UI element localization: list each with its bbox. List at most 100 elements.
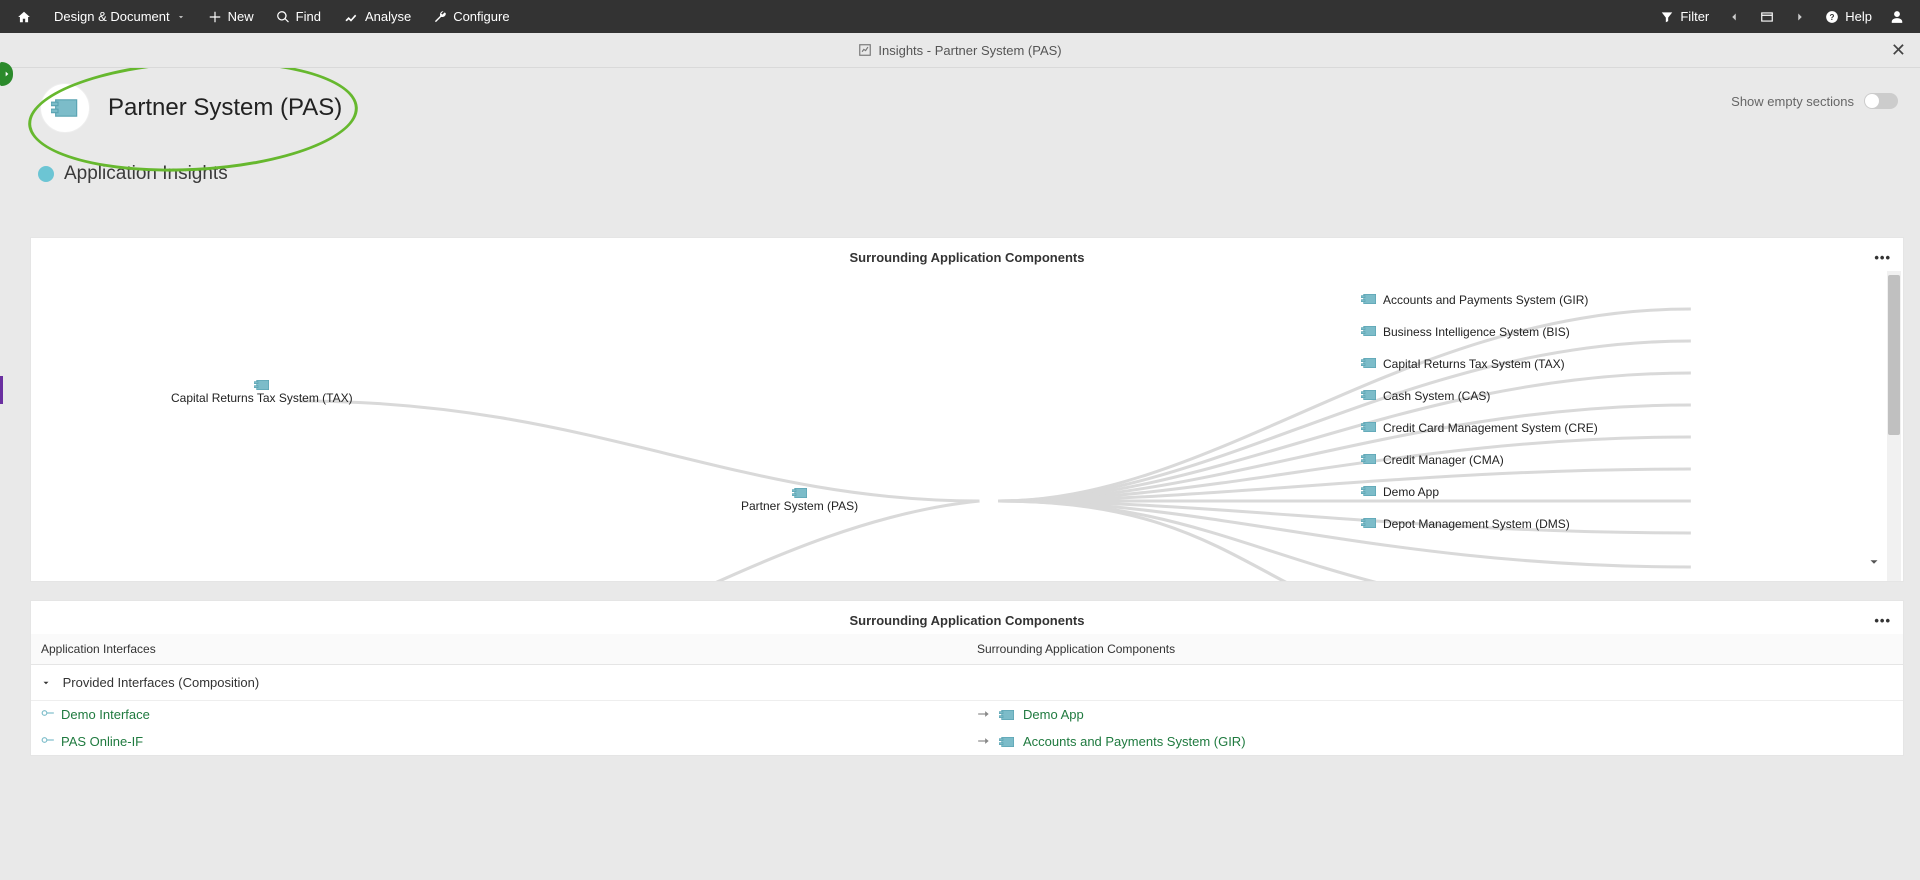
app-component-icon — [1361, 453, 1377, 465]
wrench-icon — [433, 10, 447, 24]
home-icon — [16, 10, 32, 24]
left-marker — [0, 376, 3, 404]
plus-icon — [208, 10, 222, 24]
table-row: PAS Online-IF Accounts and Payments Syste… — [31, 728, 1903, 755]
menu-design-document[interactable]: Design & Document — [50, 5, 190, 28]
diagram-node-right[interactable]: Cash System (CAS) — [1361, 389, 1490, 403]
help-icon: ? — [1825, 10, 1839, 24]
app-component-icon — [792, 487, 808, 499]
nav-next-button[interactable] — [1789, 6, 1811, 28]
configure-button[interactable]: Configure — [429, 5, 513, 28]
arrow-right-icon — [977, 734, 991, 749]
table-header-components[interactable]: Surrounding Application Components — [967, 634, 1903, 665]
diagram-node-label: Credit Manager (CMA) — [1383, 453, 1504, 467]
user-icon — [1890, 10, 1904, 24]
caret-down-icon — [1867, 555, 1881, 569]
panel-title: Surrounding Application Components — [850, 613, 1085, 628]
configure-label: Configure — [453, 9, 509, 24]
diagram-node-right[interactable]: Credit Card Management System (CRE) — [1361, 421, 1598, 435]
app-component-icon — [1361, 293, 1377, 305]
interfaces-table: Application Interfaces Surrounding Appli… — [31, 634, 1903, 755]
diagram-node-label: Partner System (PAS) — [741, 499, 858, 513]
show-empty-sections-control: Show empty sections — [1731, 93, 1898, 109]
diagram-node-label: Capital Returns Tax System (TAX) — [1383, 357, 1565, 371]
top-toolbar: Design & Document New Find Analyse Confi… — [0, 0, 1920, 33]
diagram-node-label: Depot Management System (DMS) — [1383, 517, 1570, 531]
app-component-icon — [1361, 517, 1377, 529]
component-link[interactable]: Demo App — [1023, 707, 1084, 722]
filter-button[interactable]: Filter — [1656, 5, 1713, 28]
interface-icon — [41, 734, 55, 749]
app-icon — [40, 83, 90, 133]
panel-title: Surrounding Application Components — [850, 250, 1085, 265]
diagram-node-label: Demo App — [1383, 485, 1439, 499]
search-icon — [276, 10, 290, 24]
interface-icon — [41, 707, 55, 722]
page-header: Partner System (PAS) Application Insight… — [30, 73, 1904, 215]
table-header-interfaces[interactable]: Application Interfaces — [31, 634, 967, 665]
find-label: Find — [296, 9, 321, 24]
home-button[interactable] — [12, 6, 36, 28]
table-row: Demo Interface Demo App — [31, 701, 1903, 729]
section-indicator-dot — [38, 166, 54, 182]
app-component-icon — [254, 379, 270, 391]
diagram-node-right[interactable]: Depot Management System (DMS) — [1361, 517, 1570, 531]
component-name: Accounts and Payments System (GIR) — [1023, 734, 1246, 749]
show-empty-toggle[interactable] — [1864, 93, 1898, 109]
new-label: New — [228, 9, 254, 24]
app-component-icon — [999, 709, 1015, 721]
svg-text:?: ? — [1830, 12, 1835, 21]
tab-bar: Insights - Partner System (PAS) ✕ — [0, 33, 1920, 68]
component-link[interactable]: Accounts and Payments System (GIR) — [1023, 734, 1246, 749]
menu-label: Design & Document — [54, 9, 170, 24]
diagram-node-right[interactable]: Accounts and Payments System (GIR) — [1361, 293, 1588, 307]
user-button[interactable] — [1886, 6, 1908, 28]
window-button[interactable] — [1755, 6, 1779, 28]
diagram-node-label: Capital Returns Tax System (TAX) — [171, 391, 353, 405]
chevron-right-icon — [1793, 10, 1807, 24]
page-title: Partner System (PAS) — [108, 94, 342, 122]
chart-line-icon — [343, 10, 359, 24]
diagram-node-label: Business Intelligence System (BIS) — [1383, 325, 1570, 339]
chevron-down-icon — [176, 12, 186, 22]
diagram-node-center[interactable]: Partner System (PAS) — [741, 487, 858, 513]
diagram-edges — [31, 271, 1903, 581]
diagram-node-right[interactable]: Capital Returns Tax System (TAX) — [1361, 357, 1565, 371]
help-button[interactable]: ? Help — [1821, 5, 1876, 28]
app-component-icon — [1361, 389, 1377, 401]
find-button[interactable]: Find — [272, 5, 325, 28]
diagram-node-right[interactable]: Business Intelligence System (BIS) — [1361, 325, 1570, 339]
nav-prev-button[interactable] — [1723, 6, 1745, 28]
arrow-right-icon — [977, 707, 991, 722]
panel-menu-button[interactable]: ••• — [1874, 613, 1891, 628]
diagram-node-right[interactable]: Credit Manager (CMA) — [1361, 453, 1504, 467]
table-group-row[interactable]: Provided Interfaces (Composition) — [31, 665, 1903, 701]
app-component-icon — [1361, 325, 1377, 337]
new-button[interactable]: New — [204, 5, 258, 28]
interface-link[interactable]: Demo Interface — [41, 707, 150, 722]
analyse-label: Analyse — [365, 9, 411, 24]
tab-title: Insights - Partner System (PAS) — [858, 43, 1061, 58]
interface-link[interactable]: PAS Online-IF — [41, 734, 143, 749]
insights-icon — [858, 43, 872, 57]
app-component-icon — [1361, 485, 1377, 497]
analyse-button[interactable]: Analyse — [339, 5, 415, 28]
diagram-node-right[interactable]: Demo App — [1361, 485, 1439, 499]
filter-label: Filter — [1680, 9, 1709, 24]
panel-menu-button[interactable]: ••• — [1874, 250, 1891, 265]
diagram-node-left[interactable]: Capital Returns Tax System (TAX) — [171, 379, 353, 405]
filter-icon — [1660, 10, 1674, 24]
window-icon — [1759, 10, 1775, 24]
main-content: Partner System (PAS) Application Insight… — [0, 68, 1920, 880]
interface-name: Demo Interface — [61, 707, 150, 722]
group-label: Provided Interfaces (Composition) — [63, 675, 260, 690]
diagram-node-label: Credit Card Management System (CRE) — [1383, 421, 1598, 435]
tab-title-text: Insights - Partner System (PAS) — [878, 43, 1061, 58]
panel-surrounding-components-diagram: Surrounding Application Components ••• — [30, 237, 1904, 582]
relationship-diagram[interactable]: Capital Returns Tax System (TAX) Partner… — [31, 271, 1903, 581]
diagram-scrollbar[interactable] — [1887, 271, 1901, 581]
close-tab-button[interactable]: ✕ — [1891, 41, 1906, 59]
diagram-expand-button[interactable] — [1867, 555, 1881, 569]
app-component-icon — [1361, 357, 1377, 369]
interface-name: PAS Online-IF — [61, 734, 143, 749]
